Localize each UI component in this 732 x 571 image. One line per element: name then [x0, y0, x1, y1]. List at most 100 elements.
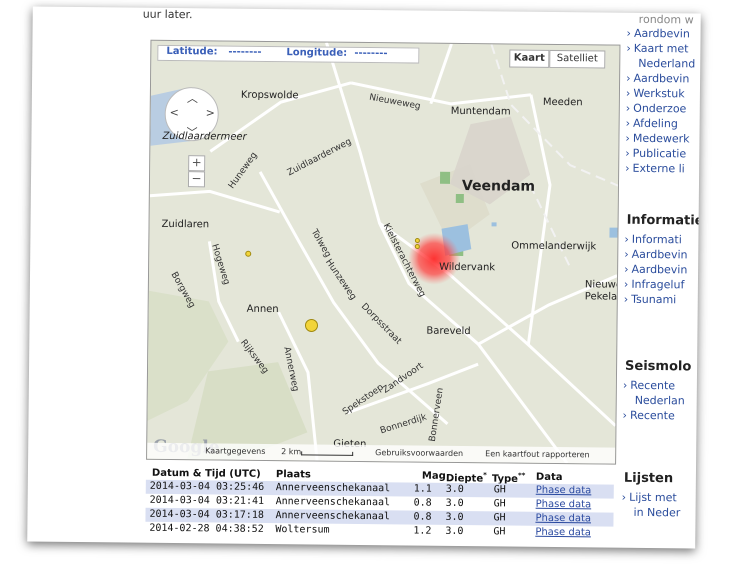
place-label: Pekela [584, 291, 618, 303]
quake-marker[interactable] [245, 250, 252, 257]
pan-up-icon[interactable]: ︿ [187, 90, 198, 106]
col-place: Plaats [275, 469, 311, 481]
cell-datetime: 2014-03-04 03:17:18 [149, 508, 264, 521]
place-label: Meeden [542, 96, 583, 109]
cell-type: GH [493, 484, 506, 496]
chevron-right-icon: › [625, 146, 630, 160]
map-scale-label: 2 km [281, 447, 302, 457]
chevron-right-icon: › [626, 71, 631, 85]
report-error-link[interactable]: Een kaartfout rapporteren [485, 449, 590, 459]
cell-mag: 1.2 [413, 525, 432, 537]
cell-datetime: 2014-03-04 03:25:46 [149, 480, 265, 493]
quake-marker[interactable] [414, 244, 420, 250]
zoom-out-button[interactable]: − [187, 171, 206, 188]
cell-mag: 0.8 [413, 497, 432, 509]
latitude-label: Latitude: [166, 45, 218, 58]
cell-type: GH [493, 498, 506, 510]
section-heading-lijsten: Lijsten [623, 470, 674, 487]
chevron-right-icon: › [621, 490, 627, 504]
map-type-kaart-button[interactable]: Kaart [509, 49, 550, 68]
phase-data-link[interactable]: Phase data [536, 485, 592, 497]
chevron-right-icon: › [625, 116, 631, 130]
chevron-right-icon: › [624, 232, 629, 246]
sidebar-item-continued[interactable]: in Neder [633, 506, 680, 519]
zoom-in-button[interactable]: + [188, 155, 206, 172]
cell-depth: 3.0 [445, 511, 464, 524]
phase-data-link[interactable]: Phase data [536, 499, 592, 511]
cell-depth: 3.0 [445, 497, 464, 510]
map-type-satelliet-button[interactable]: Satelliet [549, 49, 606, 69]
sidebar-item-continued[interactable]: Nederland [638, 57, 695, 71]
place-label: Ommelanderwijk [511, 240, 597, 253]
section-heading-seismologie: Seismolo [625, 358, 692, 375]
latitude-value: -------- [228, 46, 262, 58]
chevron-right-icon: › [625, 101, 631, 115]
map-data-link[interactable]: Kaartgegevens [205, 446, 265, 456]
chevron-right-icon: › [626, 41, 631, 55]
sidebar-item[interactable]: › Externe li [625, 162, 685, 176]
section-heading-informatie: Informatie [626, 212, 701, 229]
sidebar-item-continued[interactable]: Nederlan [635, 394, 685, 408]
earthquake-table: Datum & Tijd (UTC) Plaats Mag Diepte* Ty… [145, 466, 614, 541]
chevron-right-icon: › [623, 292, 629, 306]
sidebar-item[interactable]: › Afdeling [626, 117, 678, 131]
col-mag: Mag [421, 470, 446, 482]
chevron-right-icon: › [623, 277, 629, 291]
sidebar-item[interactable]: › Recente [623, 409, 675, 423]
sidebar-item[interactable]: › Aardbevin [624, 248, 687, 262]
map-scale-bar [301, 451, 354, 456]
chevron-right-icon: › [622, 378, 628, 392]
sidebar-item[interactable]: › Publicatie [625, 147, 686, 161]
place-label: Veendam [461, 178, 536, 195]
phase-data-link[interactable]: Phase data [535, 513, 591, 525]
sidebar-item[interactable]: › Kaart met [626, 42, 688, 56]
place-label: Zuidlaren [161, 218, 210, 231]
place-label: Annen [246, 303, 279, 316]
pan-left-icon[interactable]: < [170, 106, 179, 119]
screenshot-frame: uur later. Latitude: -------- Longitude:… [27, 6, 701, 549]
sidebar-item[interactable]: › Aardbevin [627, 27, 690, 41]
earthquake-map[interactable]: Latitude: -------- Longitude: -------- K… [146, 39, 621, 465]
longitude-label: Longitude: [286, 47, 348, 59]
cell-place: Woltersum [275, 524, 330, 536]
sidebar-item[interactable]: › Tsunami [624, 293, 677, 307]
col-datetime: Datum & Tijd (UTC) [151, 467, 261, 480]
place-label: Zuidlaardermeer [162, 130, 247, 143]
cell-mag: 1.1 [413, 483, 432, 495]
intro-text: uur later. [142, 7, 193, 22]
longitude-value: -------- [354, 47, 388, 60]
cell-depth: 3.0 [445, 525, 464, 538]
place-label: Kropswolde [240, 89, 299, 102]
chevron-right-icon: › [624, 247, 629, 261]
cell-place: Annerveenschekanaal [275, 510, 390, 523]
place-label: Bareveld [426, 325, 471, 338]
pan-right-icon[interactable]: > [206, 106, 215, 119]
sidebar-item[interactable]: › Werkstuk [626, 87, 685, 101]
sidebar-item[interactable]: › Infrageluf [624, 278, 685, 292]
chevron-right-icon: › [625, 161, 630, 175]
place-label: Nieuwe [584, 279, 621, 291]
sidebar-item[interactable]: rondom w [639, 13, 694, 27]
place-label: Muntendam [450, 105, 511, 118]
cell-type: GH [493, 526, 506, 538]
cell-datetime: 2014-02-28 04:38:52 [149, 522, 264, 535]
quake-marker[interactable] [414, 238, 420, 244]
sidebar-item[interactable]: › Aardbevin [624, 263, 687, 277]
quake-marker[interactable] [304, 318, 318, 332]
chevron-right-icon: › [625, 86, 631, 100]
sidebar-item[interactable]: › Lijst met [622, 491, 677, 505]
phase-data-link[interactable]: Phase data [535, 527, 591, 539]
sidebar-item[interactable]: › Informati [624, 233, 682, 247]
cell-place: Annerveenschekanaal [275, 496, 391, 509]
terms-link[interactable]: Gebruiksvoorwaarden [375, 448, 463, 458]
cell-type: GH [493, 512, 506, 524]
sidebar-item[interactable]: › Recente [623, 379, 675, 393]
sidebar-item[interactable]: › Medewerk [625, 132, 689, 146]
chevron-right-icon: › [624, 262, 629, 276]
cell-place: Annerveenschekanaal [275, 482, 391, 495]
col-data: Data [535, 471, 563, 484]
sidebar-item[interactable]: › Onderzoe [626, 102, 687, 116]
sidebar-item[interactable]: › Aardbevin [626, 72, 689, 86]
cell-depth: 3.0 [445, 483, 464, 496]
coordinate-readout: Latitude: -------- Longitude: -------- [157, 44, 420, 64]
